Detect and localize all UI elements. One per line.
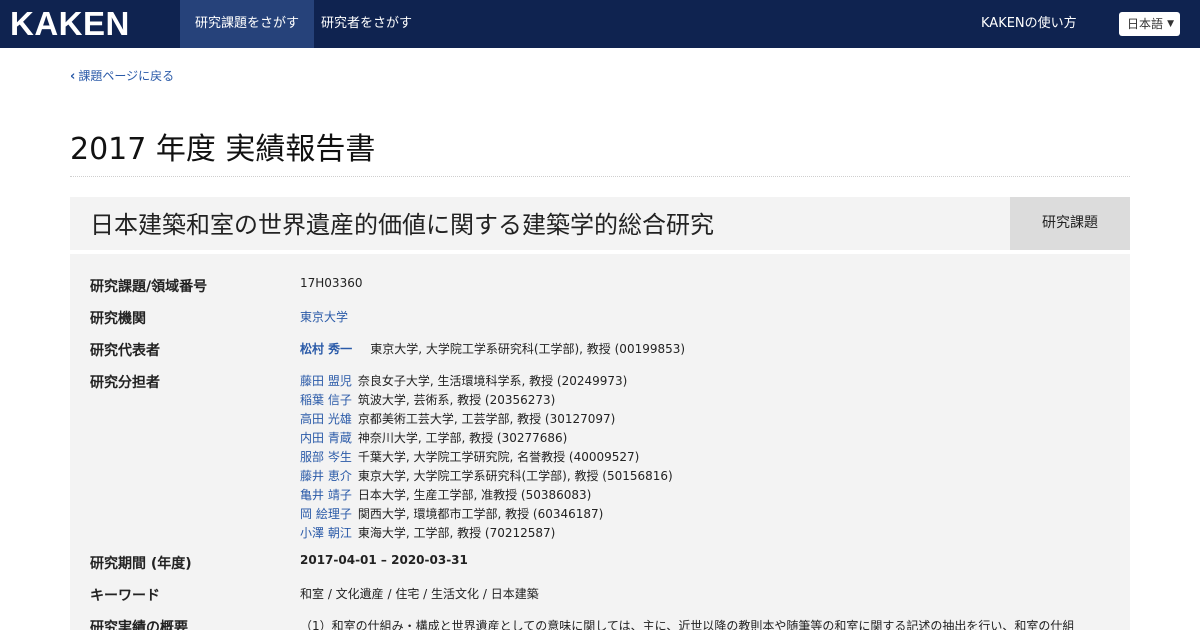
co-investigators-label: 研究分担者 [90,375,160,391]
co-investigator-name[interactable]: 稲葉 信子 [300,393,352,407]
co-investigator: 小澤 朝江 東海大学, 工学部, 教授 (70212587) [300,524,555,541]
co-investigator: 内田 青蔵 神奈川大学, 工学部, 教授 (30277686) [300,429,567,446]
language-select-value: 日本語 [1127,17,1164,31]
tab-search-projects[interactable]: 研究課題をさがす [180,0,315,48]
caret-down-icon: ▼ [1167,19,1174,29]
co-investigator: 服部 岑生 千葉大学, 大学院工学研究院, 名誉教授 (40009527) [300,448,639,465]
title-divider [70,176,1130,177]
co-investigator-name[interactable]: 岡 絵理子 [300,507,352,521]
chevron-left-icon: ‹ [70,69,76,84]
principal-investigator-label: 研究代表者 [90,343,160,359]
co-investigator-name[interactable]: 小澤 朝江 [300,526,352,540]
co-investigator-name[interactable]: 内田 青蔵 [300,431,352,445]
co-investigator-affiliation: 千葉大学, 大学院工学研究院, 名誉教授 (40009527) [357,450,640,464]
project-number-label: 研究課題/領域番号 [90,279,208,295]
summary-text: （1）和室の仕組み・構成と世界遺産としての意味に関しては、主に、近世以降の教則本… [300,619,1075,630]
co-investigator-affiliation: 東京大学, 大学院工学系研究科(工学部), 教授 (50156816) [357,469,673,483]
principal-investigator: 松村 秀一 東京大学, 大学院工学系研究科(工学部), 教授 (00199853) [300,340,685,357]
back-link-label: 課題ページに戻る [78,69,175,83]
co-investigator-name[interactable]: 高田 光雄 [300,412,352,426]
co-investigator-name[interactable]: 亀井 靖子 [300,488,352,502]
co-investigator: 藤井 恵介 東京大学, 大学院工学系研究科(工学部), 教授 (50156816) [300,467,673,484]
language-select[interactable]: 日本語 ▼ [1119,12,1180,36]
co-investigator-affiliation: 神奈川大学, 工学部, 教授 (30277686) [357,431,568,445]
summary-label: 研究実績の概要 [90,620,188,630]
co-investigator-name[interactable]: 服部 岑生 [300,450,352,464]
project-type-tag: 研究課題 [1010,197,1130,250]
co-investigator-name[interactable]: 藤田 盟児 [300,374,352,388]
co-investigator-name[interactable]: 藤井 恵介 [300,469,352,483]
help-link[interactable]: KAKENの使い方 [981,0,1077,48]
period-value: 2017-04-01 – 2020-03-31 [300,553,468,567]
principal-investigator-affiliation: 東京大学, 大学院工学系研究科(工学部), 教授 (00199853) [370,342,686,356]
keywords-label: キーワード [90,588,160,604]
institution-link[interactable]: 東京大学 [300,308,348,325]
top-navbar: KAKEN 研究課題をさがす 研究者をさがす KAKENの使い方 日本語 ▼ [0,0,1200,48]
co-investigator: 藤田 盟児 奈良女子大学, 生活環境科学系, 教授 (20249973) [300,372,627,389]
co-investigator-affiliation: 日本大学, 生産工学部, 准教授 (50386083) [357,488,592,502]
co-investigator-affiliation: 東海大学, 工学部, 教授 (70212587) [357,526,556,540]
project-title: 日本建築和室の世界遺産的価値に関する建築学的総合研究 [90,211,714,239]
co-investigator-affiliation: 京都美術工芸大学, 工芸学部, 教授 (30127097) [357,412,616,426]
project-details-panel: 研究課題/領域番号 17H03360 研究機関 東京大学 研究代表者 松村 秀一… [70,254,1130,630]
period-label: 研究期間 (年度) [90,556,192,572]
tab-search-researchers[interactable]: 研究者をさがす [306,0,427,48]
co-investigator-affiliation: 筑波大学, 芸術系, 教授 (20356273) [357,393,556,407]
co-investigator: 岡 絵理子 関西大学, 環境都市工学部, 教授 (60346187) [300,505,603,522]
co-investigator: 亀井 靖子 日本大学, 生産工学部, 准教授 (50386083) [300,486,591,503]
institution-label: 研究機関 [90,311,146,327]
project-title-bar: 日本建築和室の世界遺産的価値に関する建築学的総合研究 研究課題 [70,197,1130,250]
co-investigator-affiliation: 関西大学, 環境都市工学部, 教授 (60346187) [357,507,604,521]
co-investigator: 高田 光雄 京都美術工芸大学, 工芸学部, 教授 (30127097) [300,410,615,427]
keywords-value: 和室 / 文化遺産 / 住宅 / 生活文化 / 日本建築 [300,587,539,601]
back-to-project-link[interactable]: ‹ 課題ページに戻る [70,67,174,84]
principal-investigator-name[interactable]: 松村 秀一 [300,342,352,356]
co-investigator-affiliation: 奈良女子大学, 生活環境科学系, 教授 (20249973) [357,374,628,388]
kaken-logo[interactable]: KAKEN [10,6,130,42]
project-number-value: 17H03360 [300,276,363,290]
page-title: 2017 年度 実績報告書 [70,132,376,167]
co-investigator: 稲葉 信子 筑波大学, 芸術系, 教授 (20356273) [300,391,555,408]
